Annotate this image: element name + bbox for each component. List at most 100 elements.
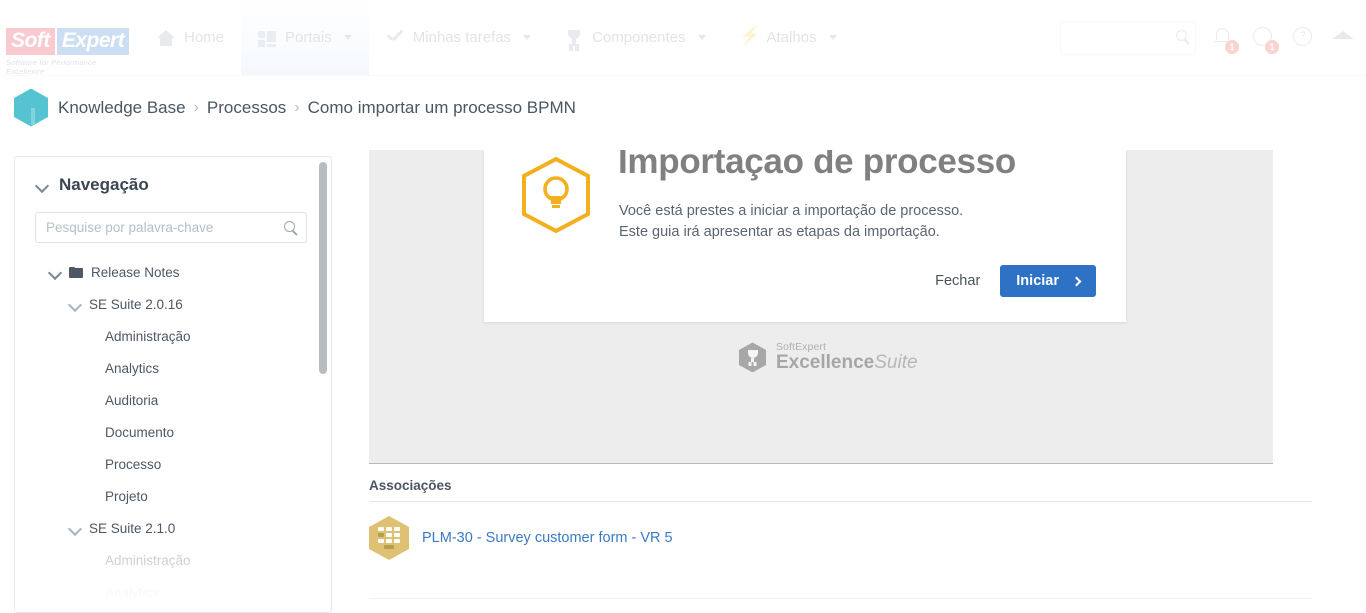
tree-item-label: Administração (105, 328, 191, 344)
nav-item-minhas-tarefas-label: Minhas tarefas (412, 29, 512, 46)
help-button[interactable]: ? (1290, 25, 1316, 51)
chevron-right-icon (1071, 276, 1082, 286)
logo-excellence-text: Excellence (776, 352, 875, 374)
tree-item-auditoria[interactable]: Auditoria (15, 384, 331, 416)
main-content: Importaçao de processo Você está prestes… (352, 139, 1366, 613)
nav-item-portais[interactable]: Portais (241, 0, 369, 75)
lightbulb-hexagon-icon (520, 156, 592, 234)
tree-item-label: Processo (105, 456, 162, 472)
knowledge-base-icon (14, 88, 48, 127)
tree-item-administracao[interactable]: Administração (15, 320, 331, 352)
breadcrumb-bar: Knowledge Base › Processos › Como import… (0, 76, 1366, 139)
breadcrumb-item-processos[interactable]: Processos (207, 98, 286, 118)
folder-icon (69, 266, 83, 278)
nav-item-componentes-label: Componentes (592, 29, 686, 46)
card-actions: Fechar Iniciar (935, 265, 1096, 297)
card-description-line-2: Este guia irá apresentar as etapas da im… (619, 224, 940, 240)
association-link[interactable]: PLM-30 - Survey customer form - VR 5 (422, 530, 673, 546)
tree-item-label: Release Notes (91, 264, 180, 280)
import-process-card: Importaçao de processo Você está prestes… (484, 150, 1126, 322)
chevron-down-icon[interactable] (69, 298, 81, 310)
nav-item-atalhos-label: Atalhos (766, 29, 817, 46)
breadcrumb-item-current: Como importar um processo BPMN (307, 97, 576, 117)
sidebar-scrollbar-thumb[interactable] (319, 162, 327, 374)
bell-icon (1214, 27, 1231, 43)
sidebar-title: Navegação (59, 175, 149, 194)
tasks-badge: 1 (1265, 39, 1279, 54)
associations-divider (369, 501, 1312, 502)
sidebar-search-box[interactable] (35, 212, 307, 243)
tree-item-label: SE Suite 2.1.0 (89, 520, 176, 536)
top-navigation-bar: Soft Expert Software for Performance Exce… (0, 0, 1366, 76)
nav-item-componentes[interactable]: Componentes (548, 0, 722, 75)
tree-item-analytics-2[interactable]: Analytics (15, 576, 331, 608)
breadcrumb: Knowledge Base › Processos › Como import… (58, 98, 576, 118)
nav-right-actions: 1 1 ? (1060, 0, 1356, 75)
card-description-line-1: Você está prestes a iniciar a importação… (619, 203, 964, 219)
navigation-sidebar: Navegação Release Notes SE Suite 2.0.16 … (14, 156, 332, 613)
bottom-divider (369, 598, 1312, 599)
breadcrumb-separator-icon: › (294, 98, 300, 116)
nav-item-home[interactable]: Home (140, 0, 241, 75)
global-search-box[interactable] (1060, 20, 1196, 55)
nav-item-atalhos[interactable]: Atalhos (723, 0, 854, 75)
tree-item-administracao-2[interactable]: Administração (15, 544, 331, 576)
logo-tagline: Software for Performance Excellence (6, 58, 97, 76)
nav-item-home-label: Home (184, 29, 225, 46)
nav-item-portais-label: Portais (285, 29, 332, 46)
tree-item-label: Analytics (105, 360, 160, 376)
trophy-hexagon-icon (739, 342, 766, 373)
close-button[interactable]: Fechar (935, 273, 980, 289)
academy-button[interactable] (1330, 25, 1356, 51)
tree-item-label: Documento (105, 424, 175, 440)
chevron-down-icon (36, 179, 48, 191)
tree-item-se-suite-2-0-16[interactable]: SE Suite 2.0.16 (15, 288, 331, 320)
trophy-icon (565, 29, 583, 47)
start-button[interactable]: Iniciar (1000, 265, 1096, 297)
bolt-icon (740, 26, 761, 47)
help-icon: ? (1293, 26, 1312, 46)
grid-icon (258, 29, 277, 47)
form-hexagon-icon (369, 516, 409, 560)
tree-item-se-suite-2-1-0[interactable]: SE Suite 2.1.0 (15, 512, 331, 544)
notifications-badge: 1 (1225, 39, 1239, 54)
chevron-down-icon (523, 35, 532, 40)
search-icon (1176, 29, 1187, 41)
graduation-cap-icon (1332, 30, 1354, 39)
tree-item-label: Analytics (105, 584, 160, 600)
logo-expert-text: Expert (56, 28, 130, 55)
tree-item-documento[interactable]: Documento (15, 416, 331, 448)
chevron-down-icon (697, 35, 706, 40)
association-list-item[interactable]: PLM-30 - Survey customer form - VR 5 (369, 516, 673, 560)
tree-item-label: SE Suite 2.0.16 (89, 296, 183, 312)
tree-item-processo[interactable]: Processo (15, 448, 331, 480)
trophy-glyph (747, 349, 759, 365)
nav-item-minhas-tarefas[interactable]: Minhas tarefas (369, 0, 548, 75)
embedded-wizard-frame: Importaçao de processo Você está prestes… (369, 150, 1273, 464)
card-title: Importaçao de processo (618, 150, 1016, 181)
check-icon (386, 29, 404, 47)
chevron-down-icon[interactable] (49, 266, 61, 278)
tasks-button[interactable]: 1 (1250, 25, 1279, 54)
sidebar-header[interactable]: Navegação (15, 157, 331, 195)
tree-item-projeto[interactable]: Projeto (15, 480, 331, 512)
notifications-button[interactable]: 1 (1210, 25, 1239, 54)
search-input[interactable] (46, 213, 274, 242)
tree-item-label: Administração (105, 552, 191, 568)
associations-heading: Associações (369, 478, 452, 493)
logo-soft-text: Soft (6, 28, 55, 55)
breadcrumb-item-knowledge-base[interactable]: Knowledge Base (58, 98, 186, 118)
chevron-down-icon[interactable] (69, 522, 81, 534)
tree-item-analytics[interactable]: Analytics (15, 352, 331, 384)
tree-item-release-notes[interactable]: Release Notes (15, 256, 331, 288)
softexpert-logo[interactable]: Soft Expert Software for Performance Exce… (6, 28, 130, 76)
navigation-tree: Release Notes SE Suite 2.0.16 Administra… (15, 256, 331, 608)
tree-item-label: Projeto (105, 488, 148, 504)
page-body: Navegação Release Notes SE Suite 2.0.16 … (0, 139, 1366, 613)
chevron-down-icon (828, 35, 837, 40)
tree-item-label: Auditoria (105, 392, 159, 408)
excellence-suite-logo: SoftExpert ExcellenceSuite (739, 341, 918, 374)
main-menu: Home Portais Minhas tarefas Componentes … (140, 0, 854, 75)
logo-suite-text: Suite (874, 352, 918, 374)
search-icon[interactable] (284, 221, 295, 232)
